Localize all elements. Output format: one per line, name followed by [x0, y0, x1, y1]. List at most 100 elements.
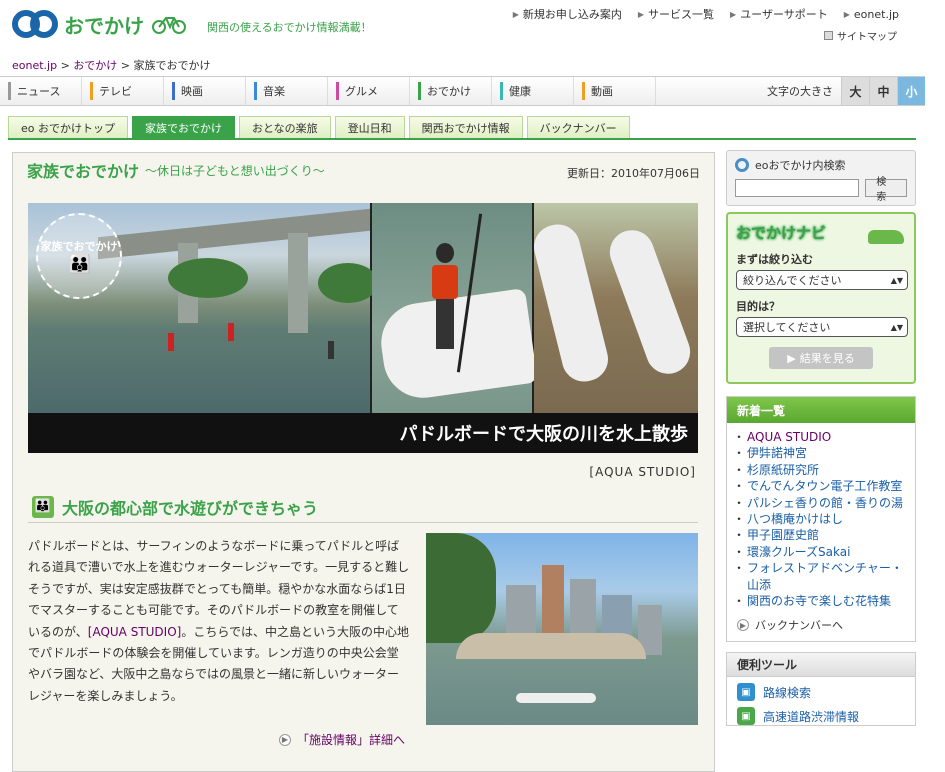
- chevron-right-icon: ▶: [512, 9, 519, 19]
- new-arrivals-box: 新着一覧 AQUA STUDIO 伊弉諾神宮 杉原紙研究所 でんでんタウン電子工…: [726, 396, 916, 643]
- car-icon: [868, 230, 904, 244]
- nav-color-bar: [336, 82, 339, 100]
- nav-color-bar: [418, 82, 421, 100]
- article-photo: [426, 533, 698, 725]
- odekake-navi: おでかけナビ まずは絞り込む 絞り込んでください ▲▼ 目的は？ 選択してください…: [726, 212, 916, 384]
- nav-tv[interactable]: テレビ: [82, 77, 164, 105]
- nav-gourmet[interactable]: グルメ: [328, 77, 410, 105]
- family-figures-icon: 👪: [68, 253, 91, 275]
- nav-music[interactable]: 音楽: [246, 77, 328, 105]
- search-button[interactable]: 検索: [865, 177, 907, 203]
- nav-health[interactable]: 健康: [492, 77, 574, 105]
- list-item[interactable]: 環濠クルーズSakai: [733, 544, 907, 561]
- page-subtitle: ～休日は子どもと想い出づくり～: [145, 163, 325, 178]
- filter-select[interactable]: 絞り込んでください ▲▼: [736, 270, 908, 290]
- new-arrivals-title: 新着一覧: [727, 397, 915, 423]
- chevron-right-icon: ▶: [843, 9, 850, 19]
- nav-color-bar: [582, 82, 585, 100]
- sitemap-link[interactable]: サイトマップ: [824, 28, 897, 43]
- arrow-circle-icon: ▶: [279, 733, 291, 746]
- section-header: 👪 大阪の都心部で水遊びができちゃう: [28, 491, 698, 523]
- hero-banner: 家族でおでかけ 👪 パドルボードで大阪の川を水上散歩: [28, 203, 698, 453]
- nav-video[interactable]: 動画: [574, 77, 656, 105]
- list-item[interactable]: 関西のお寺で楽しむ花特集: [733, 593, 907, 610]
- banner-credit: [AQUA STUDIO]: [589, 465, 696, 479]
- train-icon: ▣: [737, 683, 755, 702]
- tab-odekake-top[interactable]: eo おでかけトップ: [8, 116, 128, 138]
- nav-movie[interactable]: 映画: [164, 77, 246, 105]
- bicycle-icon: [152, 17, 186, 34]
- page-title: 家族でおでかけ: [27, 162, 140, 181]
- route-search-link[interactable]: ▣ 路線検索: [727, 677, 915, 702]
- select-arrows-icon: ▲▼: [890, 275, 903, 285]
- car-icon: ▣: [737, 707, 755, 726]
- list-item[interactable]: でんでんタウン電子工作教室: [733, 478, 907, 495]
- top-link-services[interactable]: ▶ サービス一覧: [638, 6, 714, 22]
- family-badge: 家族でおでかけ 👪: [36, 213, 122, 299]
- updated-date: 更新日：2010年07月06日: [567, 167, 700, 180]
- list-item[interactable]: フォレストアドベンチャー・山添: [733, 560, 907, 593]
- nav-color-bar: [500, 82, 503, 100]
- nav-color-bar: [254, 82, 257, 100]
- eo-logo-icon: [12, 8, 58, 40]
- sitemap-icon: [824, 31, 833, 40]
- font-size-large-button[interactable]: 大: [841, 77, 869, 105]
- list-item[interactable]: 伊弉諾神宮: [733, 445, 907, 462]
- tab-kansai-info[interactable]: 関西おでかけ情報: [408, 116, 523, 138]
- section-title: 大阪の都心部で水遊びができちゃう: [62, 498, 319, 518]
- list-item[interactable]: AQUA STUDIO: [733, 429, 907, 446]
- site-header: おでかけ 関西の使えるおでかけ情報満載！ ▶ 新規お申し込み案内 ▶ サービス一覧 …: [0, 0, 925, 52]
- tab-adult-travel[interactable]: おとなの楽旅: [239, 116, 331, 138]
- banner-photo-boards: [529, 203, 698, 413]
- facility-info-link[interactable]: ▶ 「施設情報」詳細へ: [279, 731, 405, 748]
- tab-hiking[interactable]: 登山日和: [334, 116, 405, 138]
- list-item[interactable]: パルシェ香りの館・香りの湯: [733, 495, 907, 512]
- breadcrumb-current: 家族でおでかけ: [133, 59, 211, 72]
- breadcrumb-eonet[interactable]: eonet.jp: [12, 59, 57, 72]
- navi-label-purpose: 目的は？: [736, 300, 780, 313]
- purpose-select[interactable]: 選択してください ▲▼: [736, 317, 908, 337]
- tab-backnumber[interactable]: バックナンバー: [526, 116, 630, 138]
- tools-title: 便利ツール: [727, 653, 915, 678]
- search-input[interactable]: [735, 179, 860, 197]
- family-icon: 👪: [32, 495, 54, 518]
- nav-odekake[interactable]: おでかけ: [410, 77, 492, 105]
- chevron-right-icon: ▶: [730, 9, 737, 19]
- nav-news[interactable]: ニュース: [0, 77, 82, 105]
- arrow-circle-icon: ▶: [737, 619, 749, 632]
- logo-text: おでかけ: [64, 13, 144, 38]
- nav-color-bar: [90, 82, 93, 100]
- highway-traffic-link[interactable]: ▣ 高速道路渋滞情報: [727, 701, 915, 726]
- show-results-button[interactable]: ▶ 結果を見る: [769, 347, 873, 369]
- list-item[interactable]: 八つ橋庵かけはし: [733, 511, 907, 528]
- search-title: eoおでかけ内検索: [755, 159, 846, 172]
- nav-color-bar: [172, 82, 175, 100]
- banner-photo-girl: [372, 203, 538, 413]
- font-size-small-button[interactable]: 小: [897, 77, 925, 105]
- banner-photo-river: 家族でおでかけ 👪: [28, 203, 378, 413]
- chevron-right-icon: ▶: [637, 9, 645, 19]
- article-body: パドルボードとは、サーフィンのようなボードに乗ってパドルと呼ばれる道具で漕いで水…: [28, 539, 410, 703]
- tools-box: 便利ツール ▣ 路線検索 ▣ 高速道路渋滞情報: [726, 652, 916, 727]
- site-tagline: 関西の使えるおでかけ情報満載！: [207, 21, 372, 34]
- site-logo[interactable]: おでかけ: [12, 8, 186, 40]
- breadcrumb-odekake[interactable]: おでかけ: [73, 59, 117, 72]
- font-size-medium-button[interactable]: 中: [869, 77, 897, 105]
- font-size-control: 文字の大きさ 大 中 小: [767, 77, 925, 105]
- list-item[interactable]: 甲子園歴史館: [733, 527, 907, 544]
- article-header: 家族でおでかけ ～休日は子どもと想い出づくり～ 更新日：2010年07月06日: [13, 153, 714, 187]
- main-nav: ニュース テレビ 映画 音楽 グルメ おでかけ 健康 動画 文字の大きさ 大 中…: [0, 76, 925, 106]
- sub-nav: eo おでかけトップ 家族でおでかけ おとなの楽旅 登山日和 関西おでかけ情報 …: [8, 116, 916, 140]
- top-link-support[interactable]: ▶ ユーザーサポート: [730, 6, 828, 22]
- list-item[interactable]: 杉原紙研究所: [733, 462, 907, 479]
- aqua-studio-link[interactable]: [AQUA STUDIO]: [88, 625, 182, 639]
- top-link-signup[interactable]: ▶ 新規お申し込み案内: [513, 6, 622, 22]
- top-link-eonet[interactable]: ▶ eonet.jp: [844, 6, 899, 22]
- banner-caption: パドルボードで大阪の川を水上散歩: [28, 413, 698, 453]
- new-arrivals-list: AQUA STUDIO 伊弉諾神宮 杉原紙研究所 でんでんタウン電子工作教室 パ…: [727, 423, 915, 613]
- search-icon: [735, 158, 749, 172]
- tab-family[interactable]: 家族でおでかけ: [132, 116, 235, 138]
- arrow-circle-icon: ▶: [787, 351, 796, 365]
- article-panel: 家族でおでかけ ～休日は子どもと想い出づくり～ 更新日：2010年07月06日 …: [12, 152, 715, 772]
- backnumber-link[interactable]: ▶ バックナンバーへ: [727, 613, 915, 641]
